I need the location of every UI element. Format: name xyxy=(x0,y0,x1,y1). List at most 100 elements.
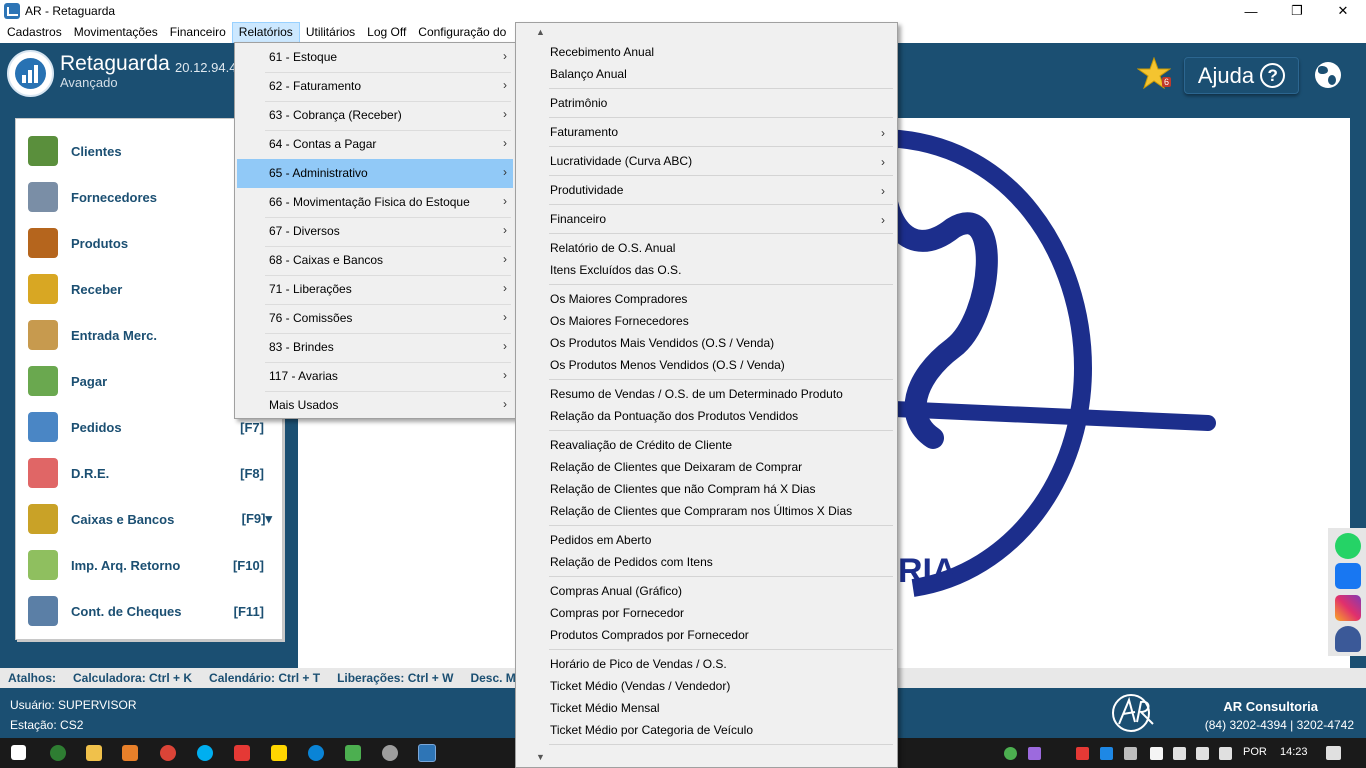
close-button[interactable]: ✕ xyxy=(1320,0,1366,22)
sidebar-item-dre[interactable]: D.R.E. [F8] xyxy=(16,450,284,496)
tray-monitor-icon[interactable] xyxy=(1173,747,1186,760)
chevron-right-icon: › xyxy=(503,223,507,237)
reports-menu-item[interactable]: 76 - Comissões › xyxy=(237,304,513,333)
reports-menu-item[interactable]: 61 - Estoque › xyxy=(237,43,513,72)
chevron-right-icon: › xyxy=(503,107,507,121)
reports-menu-item[interactable]: 63 - Cobrança (Receber) › xyxy=(237,101,513,130)
menu-log-off[interactable]: Log Off xyxy=(361,22,412,43)
tray-notes-icon[interactable] xyxy=(1219,747,1232,760)
reports-menu-item-selected[interactable]: 65 - Administrativo › xyxy=(237,159,513,188)
windows-start-icon[interactable] xyxy=(11,745,26,760)
admin-menu-item[interactable]: Balanço Anual xyxy=(550,63,627,85)
tray-security-icon[interactable] xyxy=(1150,747,1163,760)
menu-configuracao[interactable]: Configuração do xyxy=(412,22,512,43)
admin-menu-item[interactable]: Compras Anual (Gráfico) xyxy=(550,580,682,602)
admin-menu-item[interactable]: Recebimento Anual xyxy=(550,41,654,63)
menu-separator xyxy=(549,175,893,176)
reports-menu-item[interactable]: 71 - Liberações › xyxy=(237,275,513,304)
reports-menu-item[interactable]: 117 - Avarias › xyxy=(237,362,513,391)
reports-menu-item[interactable]: 67 - Diversos › xyxy=(237,217,513,246)
reports-menu: 61 - Estoque › 62 - Faturamento › 63 - Cob… xyxy=(234,42,516,419)
scroll-down-icon[interactable]: ▼ xyxy=(536,752,545,762)
reports-menu-item[interactable]: 64 - Contas a Pagar › xyxy=(237,130,513,159)
tray-wifi-off-icon[interactable] xyxy=(1124,747,1137,760)
sidebar-item-imp-arq-retorno[interactable]: Imp. Arq. Retorno [F10] xyxy=(16,542,284,588)
menu-separator xyxy=(549,430,893,431)
reports-menu-item[interactable]: 83 - Brindes › xyxy=(237,333,513,362)
reports-menu-item[interactable]: 66 - Movimentação Fisica do Estoque › xyxy=(237,188,513,217)
administrative-menu: ▲ Recebimento Anual Balanço Anual Patrim… xyxy=(515,22,898,768)
settings-gear-icon[interactable] xyxy=(382,745,398,761)
admin-menu-item[interactable]: Patrimônio xyxy=(550,92,607,114)
menu-movimentacoes[interactable]: Movimentações xyxy=(68,22,164,43)
admin-menu-item[interactable]: Reavaliação de Crédito de Cliente xyxy=(550,434,732,456)
volume-mute-icon[interactable] xyxy=(1196,747,1209,760)
instagram-icon[interactable] xyxy=(1335,595,1361,621)
reports-menu-item[interactable]: 62 - Faturamento › xyxy=(237,72,513,101)
anydesk-icon[interactable] xyxy=(234,745,250,761)
menu-utilitarios[interactable]: Utilitários xyxy=(300,22,361,43)
admin-menu-item[interactable]: Itens Excluídos das O.S. xyxy=(550,259,681,281)
admin-submenu-financeiro[interactable]: Financeiro xyxy=(550,208,606,230)
chevron-right-icon: › xyxy=(503,252,507,266)
restore-button[interactable]: ❐ xyxy=(1274,0,1320,22)
admin-menu-item[interactable]: Produtos Comprados por Fornecedor xyxy=(550,624,749,646)
whatsapp-icon[interactable] xyxy=(1335,533,1361,559)
system-clock[interactable]: 14:23 xyxy=(1280,746,1308,758)
reports-menu-item[interactable]: Mais Usados › xyxy=(237,391,513,420)
help-button[interactable]: Ajuda ? xyxy=(1184,57,1299,94)
admin-submenu-produtividade[interactable]: Produtividade xyxy=(550,179,623,201)
menu-cadastros[interactable]: Cadastros xyxy=(1,22,68,43)
shortcut-key: [F10] xyxy=(232,557,264,573)
chevron-right-icon: › xyxy=(503,194,507,208)
admin-menu-item[interactable]: Relação de Pedidos com Itens xyxy=(550,551,713,573)
admin-menu-item[interactable]: Horário de Pico de Vendas / O.S. xyxy=(550,653,727,675)
minimize-button[interactable]: — xyxy=(1228,0,1274,22)
notifications-icon[interactable] xyxy=(1326,746,1341,760)
skype-icon[interactable] xyxy=(197,745,213,761)
input-language[interactable]: POR xyxy=(1243,746,1267,758)
chrome-icon[interactable] xyxy=(160,745,176,761)
file-explorer-icon[interactable] xyxy=(86,745,102,761)
facebook-icon[interactable] xyxy=(1335,563,1361,589)
admin-menu-item[interactable]: Relação de Clientes que Compraram nos Úl… xyxy=(550,500,852,522)
admin-menu-item[interactable]: Relação de Clientes que Deixaram de Comp… xyxy=(550,456,802,478)
retaguarda-app-icon[interactable] xyxy=(418,744,436,762)
admin-menu-item[interactable]: Ticket Médio (Vendas / Vendedor) xyxy=(550,675,730,697)
menu-separator xyxy=(549,146,893,147)
support-user-icon[interactable] xyxy=(1335,626,1361,652)
admin-menu-item[interactable]: Compras por Fornecedor xyxy=(550,602,684,624)
sidebar-item-cont-cheques[interactable]: Cont. de Cheques [F11] xyxy=(16,588,284,634)
menu-separator xyxy=(549,117,893,118)
taskbar-app-icon[interactable] xyxy=(50,745,66,761)
admin-menu-item[interactable]: Os Produtos Mais Vendidos (O.S / Venda) xyxy=(550,332,774,354)
sidebar-item-caixas-bancos[interactable]: Caixas e Bancos [F9]▾ xyxy=(16,496,284,542)
menu-separator xyxy=(549,204,893,205)
admin-menu-item[interactable]: Os Produtos Menos Vendidos (O.S / Venda) xyxy=(550,354,785,376)
sticky-notes-icon[interactable] xyxy=(271,745,287,761)
pinwheel-icon[interactable] xyxy=(345,745,361,761)
admin-menu-item[interactable]: Os Maiores Compradores xyxy=(550,288,687,310)
admin-menu-item[interactable]: Relatório de O.S. Anual xyxy=(550,237,675,259)
admin-menu-item[interactable]: Relação de Clientes que não Compram há X… xyxy=(550,478,815,500)
admin-menu-item[interactable]: Ticket Médio por Categoria de Veículo xyxy=(550,719,753,741)
scroll-up-icon[interactable]: ▲ xyxy=(536,27,545,37)
admin-submenu-faturamento[interactable]: Faturamento xyxy=(550,121,618,143)
sublime-icon[interactable] xyxy=(122,745,138,761)
tray-network-icon[interactable] xyxy=(1100,747,1113,760)
admin-menu-item[interactable]: Pedidos em Aberto xyxy=(550,529,651,551)
edge-icon[interactable] xyxy=(308,745,324,761)
menu-financeiro[interactable]: Financeiro xyxy=(164,22,232,43)
tray-anydesk-icon[interactable] xyxy=(1076,747,1089,760)
admin-menu-item[interactable]: Ticket Médio Mensal xyxy=(550,697,660,719)
tray-feather-icon[interactable] xyxy=(1028,747,1041,760)
menu-relatorios[interactable]: Relatórios xyxy=(231,22,300,43)
admin-menu-item[interactable]: Os Maiores Fornecedores xyxy=(550,310,689,332)
tray-check-icon[interactable] xyxy=(1004,747,1017,760)
admin-menu-item[interactable]: Relação da Pontuação dos Produtos Vendid… xyxy=(550,405,798,427)
globe-icon[interactable] xyxy=(1315,62,1341,88)
admin-menu-item[interactable]: Resumo de Vendas / O.S. de um Determinad… xyxy=(550,383,843,405)
reports-menu-item[interactable]: 68 - Caixas e Bancos › xyxy=(237,246,513,275)
shortcut-calendar: Calendário: Ctrl + T xyxy=(209,671,321,685)
admin-submenu-lucratividade[interactable]: Lucratividade (Curva ABC) xyxy=(550,150,692,172)
